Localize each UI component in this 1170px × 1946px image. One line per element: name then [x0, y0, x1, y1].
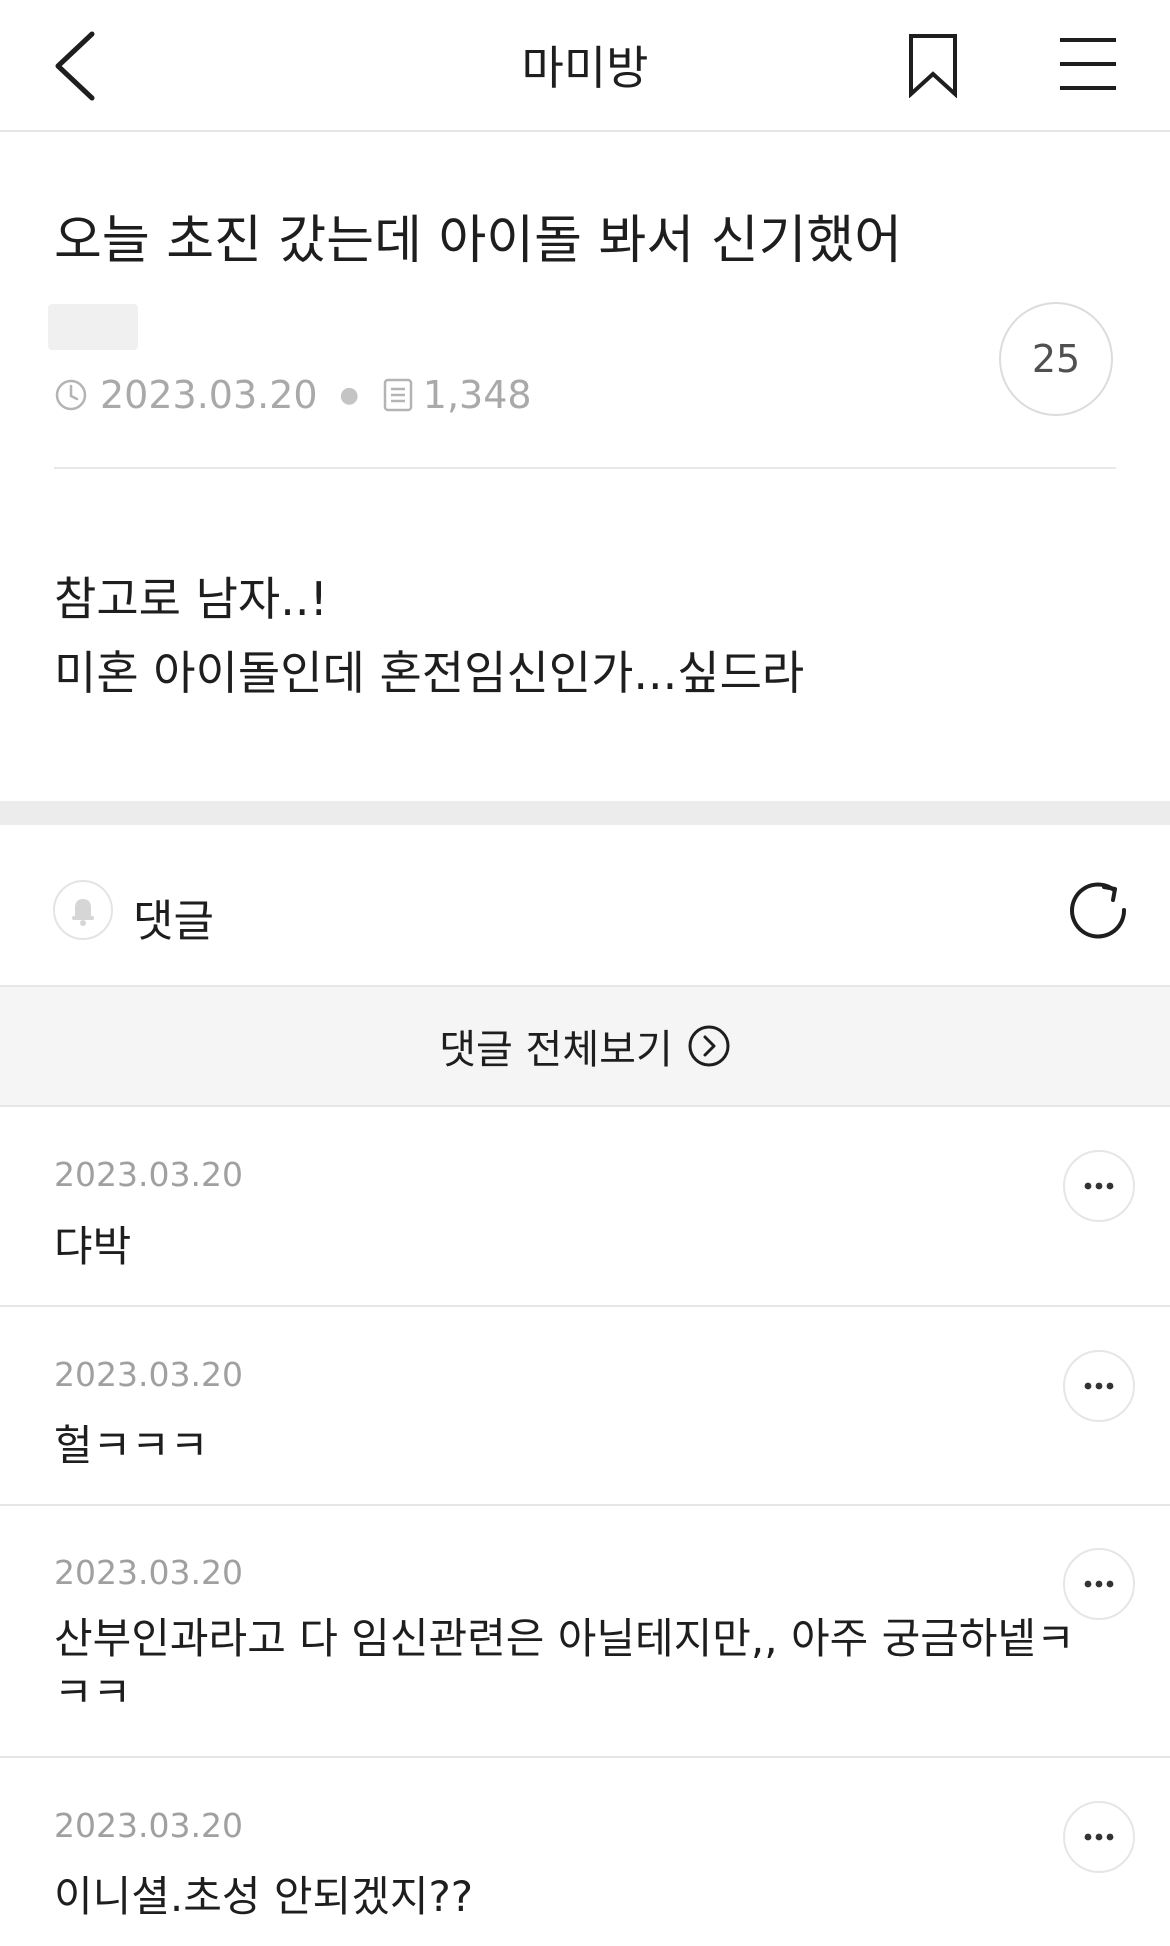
- post-body: 참고로 남자..! 미혼 아이돌인데 혼전임신인가...싶드라: [54, 562, 804, 710]
- divider: [54, 467, 1116, 469]
- post-views: 1,348: [422, 373, 532, 417]
- post-title: 오늘 초진 갔는데 아이돌 봐서 신기했어: [54, 211, 903, 271]
- bookmark-button[interactable]: [905, 32, 961, 99]
- top-app-bar: 마미방: [0, 0, 1170, 132]
- clock-icon: [55, 379, 87, 411]
- comment-text-line: 산부인과라고 다 임신관련은 아닐테지만,, 아주 궁금하넽ㅋ: [54, 1614, 1075, 1663]
- comments-label: 댓글: [133, 896, 214, 947]
- bell-icon: [72, 899, 94, 926]
- section-separator: [0, 801, 1170, 825]
- post-meta: 2023.03.20 ● 1,348: [54, 370, 532, 420]
- hamburger-menu-icon: [1060, 38, 1116, 90]
- refresh-icon: [1070, 882, 1127, 939]
- comment-date: 2023.03.20: [54, 1553, 243, 1592]
- comment-text: 헐ㅋㅋㅋ: [54, 1421, 209, 1470]
- view-all-comments-label: 댓글 전체보기: [439, 1027, 673, 1073]
- meta-separator-dot: ●: [339, 382, 359, 408]
- comment-more-button[interactable]: [1063, 1350, 1135, 1422]
- comment-text: 댜박: [54, 1222, 132, 1271]
- post-body-line: 미혼 아이돌인데 혼전임신인가...싶드라: [54, 646, 805, 700]
- comment-item: 2023.03.20 이니셜.초성 안되겠지??: [0, 1758, 1170, 1946]
- comment-text-line: ㅋㅋ: [54, 1668, 132, 1717]
- more-dots-icon: [1084, 1182, 1114, 1190]
- comment-date: 2023.03.20: [54, 1355, 243, 1394]
- more-dots-icon: [1084, 1382, 1114, 1390]
- author-name-redacted: [48, 304, 138, 350]
- comment-item: 2023.03.20 댜박: [0, 1107, 1170, 1307]
- comment-item: 2023.03.20 산부인과라고 다 임신관련은 아닐테지만,, 아주 궁금하…: [0, 1506, 1170, 1758]
- refresh-button[interactable]: [1066, 877, 1132, 943]
- comment-item: 2023.03.20 헐ㅋㅋㅋ: [0, 1307, 1170, 1506]
- circle-chevron-right-icon: [688, 1025, 730, 1067]
- comment-more-button[interactable]: [1063, 1548, 1135, 1620]
- comment-more-button[interactable]: [1063, 1150, 1135, 1222]
- more-dots-icon: [1084, 1580, 1114, 1588]
- bookmark-icon: [909, 34, 957, 99]
- menu-button[interactable]: [1058, 36, 1118, 92]
- comment-date: 2023.03.20: [54, 1806, 243, 1845]
- comment-date: 2023.03.20: [54, 1155, 243, 1194]
- more-dots-icon: [1084, 1833, 1114, 1841]
- comment-count-badge[interactable]: 25: [999, 302, 1113, 416]
- post-date: 2023.03.20: [100, 373, 318, 417]
- comment-more-button[interactable]: [1063, 1801, 1135, 1873]
- board-title: 마미방: [521, 41, 649, 95]
- post-body-line: 참고로 남자..!: [54, 572, 328, 626]
- comments-header: 댓글: [0, 825, 1170, 985]
- view-all-comments-button[interactable]: 댓글 전체보기: [0, 985, 1170, 1107]
- comment-text: 이니셜.초성 안되겠지??: [54, 1872, 474, 1921]
- view-count-icon: [383, 378, 413, 412]
- comment-text: 산부인과라고 다 임신관련은 아닐테지만,, 아주 궁금하넽ㅋ ㅋㅋ: [54, 1612, 1075, 1720]
- notification-bell-button[interactable]: [53, 880, 113, 940]
